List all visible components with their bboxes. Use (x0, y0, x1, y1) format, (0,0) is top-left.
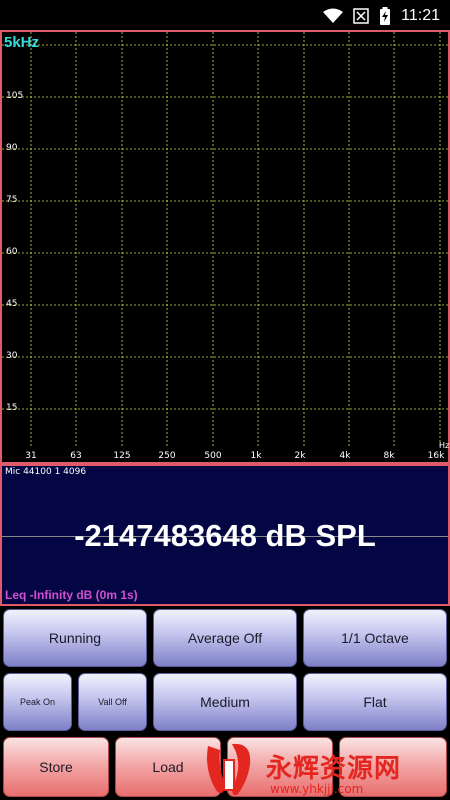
battery-charging-icon (380, 7, 391, 25)
watermark-url: www.yhkjjj.com (270, 782, 364, 796)
y-tick-label: 90 (6, 143, 18, 153)
x-tick-label: 1k (250, 451, 262, 461)
weighting-button[interactable]: Flat (303, 673, 447, 731)
x-tick-label: 4k (339, 451, 351, 461)
leq-reading: Leq -Infinity dB (0m 1s) (5, 588, 138, 602)
x-tick-label: 2k (294, 451, 306, 461)
y-tick-label: 15 (6, 403, 18, 413)
watermark-text: 永辉资源网 (266, 754, 402, 784)
octave-button[interactable]: 1/1 Octave (303, 609, 447, 667)
mic-info: Mic 44100 1 4096 (5, 467, 87, 477)
watermark: 永辉资源网 www.yhkjjj.com (200, 736, 450, 800)
x-tick-label: 250 (158, 451, 176, 461)
speed-button[interactable]: Medium (153, 673, 297, 731)
x-unit-label: Hz (439, 441, 450, 450)
running-button[interactable]: Running (3, 609, 147, 667)
spl-meter-panel[interactable]: Mic 44100 1 4096 -2147483648 dB SPL Leq … (0, 464, 450, 606)
average-button[interactable]: Average Off (153, 609, 297, 667)
status-icons: 11:21 (323, 5, 440, 27)
y-tick-label: 30 (6, 351, 18, 361)
x-tick-label: 63 (70, 451, 82, 461)
status-time: 11:21 (401, 7, 440, 24)
no-signal-icon (353, 8, 369, 24)
peak-button[interactable]: Peak On (3, 673, 72, 731)
peak-frequency-label: 5kHz (4, 34, 40, 51)
x-tick-label: 500 (204, 451, 222, 461)
y-tick-label: 45 (6, 299, 18, 309)
wifi-icon (323, 8, 344, 23)
spl-reading: -2147483648 dB SPL (74, 518, 376, 553)
store-button[interactable]: Store (3, 737, 109, 797)
watermark-logo-icon (207, 743, 251, 796)
x-tick-label: 125 (113, 451, 131, 461)
y-tick-label: 105 (6, 91, 24, 101)
y-tick-label: 60 (6, 247, 18, 257)
y-tick-label: 75 (6, 195, 18, 205)
vall-button[interactable]: Vall Off (78, 673, 147, 731)
status-bar: 11:21 (0, 0, 450, 30)
x-tick-label: 8k (383, 451, 395, 461)
x-tick-label: 16k (427, 451, 445, 461)
spectrum-grid (2, 32, 448, 447)
spectrum-panel[interactable]: 5kHz 105 90 75 60 45 30 15 31 63 125 250… (0, 30, 450, 464)
x-tick-label: 31 (25, 451, 37, 461)
